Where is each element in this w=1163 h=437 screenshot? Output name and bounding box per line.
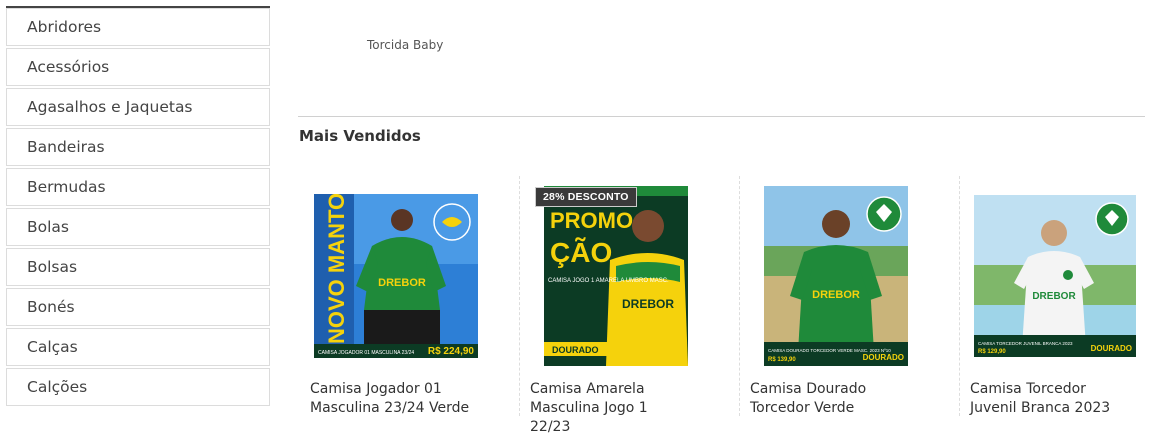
price-text: R$ 224,90: [428, 346, 475, 357]
caption-text: CAMISA TORCEDOR JUVENIL BRANCA 2023: [978, 341, 1073, 346]
product-image[interactable]: DREBOR CAMISA DOURADO TORCEDOR VERDE MAS…: [764, 186, 908, 366]
sidebar-item-label: Bolas: [27, 218, 69, 236]
sidebar-item-bones[interactable]: Bonés: [6, 288, 270, 326]
jersey-photo-icon: NOVO MANTO 23/24 DREBOR CAMISA JOGADOR 0…: [314, 194, 478, 358]
product-card[interactable]: PROMO ÇÃO DREBOR CAMISA JOGO 1 AMARELA U…: [520, 176, 740, 435]
brand-text: DOURADO: [552, 345, 599, 355]
sidebar-item-bandeiras[interactable]: Bandeiras: [6, 128, 270, 166]
sponsor-text: DREBOR: [378, 277, 426, 289]
price-text: R$ 139,90: [768, 357, 796, 363]
sidebar-item-label: Calções: [27, 378, 88, 396]
discount-badge: 28% DESCONTO: [535, 187, 637, 207]
sidebar-item-bolas[interactable]: Bolas: [6, 208, 270, 246]
promo-text-line1: PROMO: [550, 208, 633, 233]
jersey-photo-icon: PROMO ÇÃO DREBOR CAMISA JOGO 1 AMARELA U…: [544, 186, 688, 366]
product-card[interactable]: DREBOR CAMISA DOURADO TORCEDOR VERDE MAS…: [740, 176, 960, 416]
sidebar-item-label: Bonés: [27, 298, 75, 316]
sidebar-item-bermudas[interactable]: Bermudas: [6, 168, 270, 206]
sidebar-item-label: Calças: [27, 338, 78, 356]
price-text: R$ 129,90: [978, 349, 1006, 355]
product-name[interactable]: Camisa Dourado Torcedor Verde: [750, 380, 910, 418]
sponsor-text: DREBOR: [622, 297, 674, 311]
brand-text: DOURADO: [863, 353, 904, 362]
category-sidebar: Abridores Acessórios Agasalhos e Jaqueta…: [6, 6, 270, 418]
product-name[interactable]: Camisa Jogador 01 Masculina 23/24 Verde: [310, 380, 470, 418]
caption-text: CAMISA JOGO 1 AMARELA UMBRO MASC.: [548, 278, 669, 284]
jersey-photo-icon: DREBOR CAMISA TORCEDOR JUVENIL BRANCA 20…: [974, 195, 1136, 357]
promo-vertical-text: NOVO MANTO 23/24: [324, 194, 349, 344]
jersey-photo-icon: DREBOR CAMISA DOURADO TORCEDOR VERDE MAS…: [764, 186, 908, 366]
sidebar-item-abridores[interactable]: Abridores: [6, 8, 270, 46]
sidebar-item-acessorios[interactable]: Acessórios: [6, 48, 270, 86]
sidebar-item-calcas[interactable]: Calças: [6, 328, 270, 366]
sidebar-item-label: Agasalhos e Jaquetas: [27, 98, 193, 116]
section-divider: [298, 116, 1145, 117]
sidebar-item-label: Abridores: [27, 18, 102, 36]
sidebar-item-label: Bandeiras: [27, 138, 105, 156]
sidebar-item-label: Bolsas: [27, 258, 78, 276]
subcategory-link-torcida-baby[interactable]: Torcida Baby: [367, 38, 443, 52]
product-image[interactable]: DREBOR CAMISA TORCEDOR JUVENIL BRANCA 20…: [974, 195, 1136, 357]
product-image[interactable]: PROMO ÇÃO DREBOR CAMISA JOGO 1 AMARELA U…: [544, 186, 688, 366]
promo-text-line2: ÇÃO: [550, 237, 612, 268]
product-image[interactable]: NOVO MANTO 23/24 DREBOR CAMISA JOGADOR 0…: [314, 194, 478, 358]
sidebar-item-calcoes[interactable]: Calções: [6, 368, 270, 406]
section-title: Mais Vendidos: [299, 127, 421, 145]
sidebar-item-bolsas[interactable]: Bolsas: [6, 248, 270, 286]
sidebar-item-label: Bermudas: [27, 178, 106, 196]
brand-text: DOURADO: [1091, 344, 1132, 353]
caption-text: CAMISA JOGADOR 01 MASCULINA 23/24: [318, 350, 414, 356]
sponsor-text: DREBOR: [1032, 291, 1076, 302]
product-card[interactable]: DREBOR CAMISA TORCEDOR JUVENIL BRANCA 20…: [960, 176, 1163, 416]
product-card[interactable]: NOVO MANTO 23/24 DREBOR CAMISA JOGADOR 0…: [300, 176, 520, 416]
sidebar-item-agasalhos[interactable]: Agasalhos e Jaquetas: [6, 88, 270, 126]
sponsor-text: DREBOR: [812, 289, 860, 301]
product-name[interactable]: Camisa Torcedor Juvenil Branca 2023: [970, 380, 1130, 418]
sidebar-item-label: Acessórios: [27, 58, 110, 76]
